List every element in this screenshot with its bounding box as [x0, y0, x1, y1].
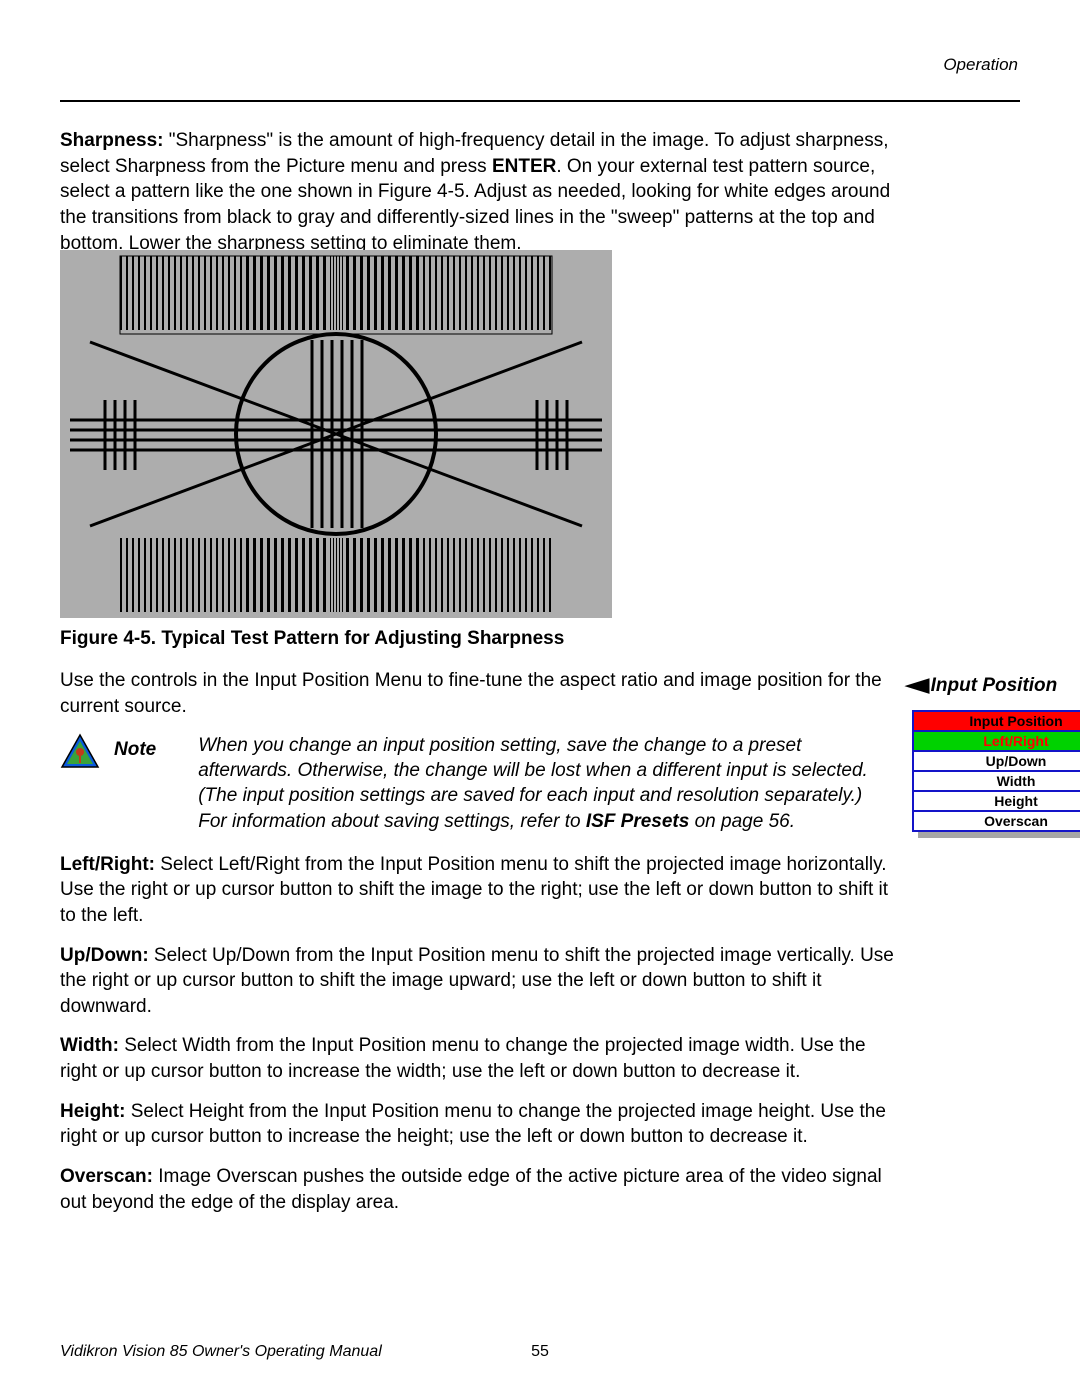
page-footer: Vidikron Vision 85 Owner's Operating Man…: [60, 1343, 1020, 1361]
leftright-title: Left/Right:: [60, 854, 155, 875]
section-header: Operation: [943, 55, 1018, 75]
note-isf: ISF Presets: [586, 811, 690, 832]
input-position-sideheading: ◀Input Position: [910, 674, 1057, 697]
updown-title: Up/Down:: [60, 945, 149, 966]
inputpos-intro: Use the controls in the Input Position M…: [60, 668, 895, 1229]
menu-item-leftright: Left/Right: [913, 731, 1080, 751]
leftright-body: Select Left/Right from the Input Positio…: [60, 854, 888, 926]
note-icon: [60, 733, 100, 769]
inputpos-intro-text: Use the controls in the Input Position M…: [60, 668, 895, 719]
menu-header: Input Position: [913, 711, 1080, 731]
menu-item-overscan: Overscan: [913, 811, 1080, 831]
height-title: Height:: [60, 1101, 125, 1122]
page-number: 55: [531, 1343, 549, 1361]
updown-body: Select Up/Down from the Input Position m…: [60, 945, 894, 1017]
height-body: Select Height from the Input Position me…: [60, 1101, 886, 1148]
page: Operation Sharpness: "Sharpness" is the …: [0, 0, 1080, 1397]
test-pattern-svg: [60, 250, 612, 618]
overscan-title: Overscan:: [60, 1166, 153, 1187]
overscan-body: Image Overscan pushes the outside edge o…: [60, 1166, 882, 1213]
width-title: Width:: [60, 1035, 119, 1056]
note-body-b: on page 56.: [689, 811, 795, 832]
horizontal-rule: [60, 100, 1020, 102]
menu-item-height: Height: [913, 791, 1080, 811]
menu-item-updown: Up/Down: [913, 751, 1080, 771]
sharpness-title: Sharpness:: [60, 130, 163, 151]
figure-caption: Figure 4-5. Typical Test Pattern for Adj…: [60, 628, 895, 650]
menu-item-width: Width: [913, 771, 1080, 791]
manual-title: Vidikron Vision 85 Owner's Operating Man…: [60, 1343, 382, 1360]
enter-label: ENTER: [492, 156, 556, 177]
arrow-left-icon: ◀: [906, 674, 929, 697]
note-text: When you change an input position settin…: [198, 733, 895, 833]
input-position-sideheading-text: Input Position: [931, 675, 1058, 696]
sharpness-paragraph: Sharpness: "Sharpness" is the amount of …: [60, 128, 895, 270]
test-pattern-image: [60, 250, 612, 618]
input-position-menu: Input Position Left/Right Up/Down Width …: [912, 710, 1080, 832]
note-block: Note When you change an input position s…: [60, 733, 895, 833]
width-body: Select Width from the Input Position men…: [60, 1035, 866, 1082]
figure-container: Figure 4-5. Typical Test Pattern for Adj…: [60, 250, 895, 666]
note-label: Note: [114, 733, 156, 761]
